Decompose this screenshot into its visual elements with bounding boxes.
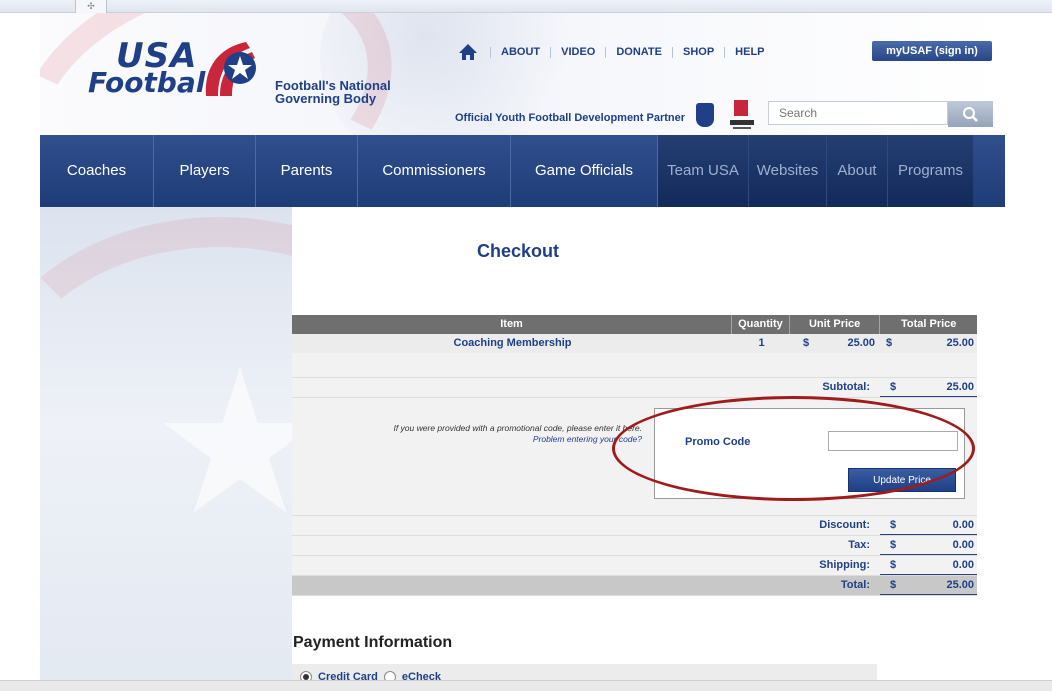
- nfl-shield-icon[interactable]: [696, 103, 714, 127]
- tax-amount: 0.00: [910, 536, 977, 555]
- home-icon[interactable]: [458, 42, 478, 62]
- site-header: USA Football Football's National Governi…: [40, 13, 1005, 135]
- tax-row: Tax: $ 0.00: [292, 536, 977, 556]
- promo-box: Promo Code Update Price: [654, 408, 965, 499]
- sidebar-swoosh: [40, 217, 292, 577]
- search-button[interactable]: [948, 101, 993, 127]
- column-quantity: Quantity: [732, 315, 790, 334]
- table-spacer: [292, 353, 977, 378]
- logo-football-text: Football: [88, 66, 215, 99]
- main-nav-commissioners[interactable]: Commissioners: [358, 135, 511, 207]
- discount-label: Discount:: [819, 519, 870, 531]
- total-row: Total: $ 25.00: [292, 576, 977, 596]
- shipping-label: Shipping:: [819, 559, 870, 571]
- page-title: Checkout: [477, 241, 560, 261]
- top-nav-help[interactable]: HELP: [724, 46, 774, 58]
- total-price-currency: $: [886, 337, 893, 349]
- payment-info-title: Payment Information: [293, 634, 453, 651]
- checkout-content: Checkout Item Quantity Unit Price Total …: [292, 207, 1005, 690]
- top-nav-video[interactable]: VIDEO: [550, 46, 605, 58]
- promo-help-link[interactable]: Problem entering your code?: [332, 434, 642, 445]
- subtotal-label: Subtotal:: [822, 381, 870, 393]
- promo-code-input[interactable]: [828, 431, 958, 451]
- search-icon: [963, 107, 978, 122]
- promo-prompt-text: If you were provided with a promotional …: [393, 423, 642, 433]
- partner-text: Official Youth Football Development Part…: [455, 112, 686, 124]
- table-row: Coaching Membership 1 $ 25.00 $ 25.00: [292, 334, 977, 353]
- top-nav-donate[interactable]: DONATE: [605, 46, 672, 58]
- main-nav-about[interactable]: About: [827, 135, 888, 207]
- shipping-amount: 0.00: [910, 556, 977, 575]
- main-nav-programs[interactable]: Programs: [888, 135, 973, 207]
- main-nav-game-officials[interactable]: Game Officials: [511, 135, 658, 207]
- total-currency: $: [880, 576, 910, 595]
- tagline-line2: Governing Body: [275, 91, 377, 106]
- total-price-value: 25.00: [946, 337, 974, 349]
- sign-in-button[interactable]: myUSAF (sign in): [872, 41, 992, 61]
- browser-bottom-bar: [0, 680, 1052, 691]
- main-nav-websites[interactable]: Websites: [749, 135, 827, 207]
- search-input[interactable]: [768, 101, 948, 125]
- subtotal-currency: $: [880, 378, 910, 397]
- total-amount: 25.00: [910, 576, 977, 595]
- shipping-currency: $: [880, 556, 910, 575]
- search-box: [768, 101, 993, 127]
- main-nav-parents[interactable]: Parents: [256, 135, 358, 207]
- item-total-price: $ 25.00: [880, 334, 977, 353]
- main-nav-players[interactable]: Players: [154, 135, 256, 207]
- update-price-button[interactable]: Update Price: [848, 468, 956, 492]
- browser-strip: ✣: [0, 0, 1052, 16]
- main-nav: Coaches Players Parents Commissioners Ga…: [40, 135, 1005, 207]
- promo-prompt: If you were provided with a promotional …: [332, 423, 642, 445]
- nfl-players-logo-icon[interactable]: [728, 100, 756, 132]
- subtotal-amount: 25.00: [910, 378, 977, 397]
- tagline: Football's National Governing Body: [275, 79, 391, 105]
- cart-table: Item Quantity Unit Price Total Price Coa…: [292, 315, 977, 596]
- tax-label: Tax:: [848, 539, 870, 551]
- top-nav: ABOUT VIDEO DONATE SHOP HELP: [458, 42, 775, 62]
- unit-price-currency: $: [803, 337, 810, 349]
- discount-row: Discount: $ 0.00: [292, 516, 977, 536]
- top-nav-shop[interactable]: SHOP: [671, 46, 724, 58]
- total-label: Total:: [840, 579, 870, 591]
- logo-emblem-icon: [205, 42, 256, 96]
- top-nav-about[interactable]: ABOUT: [490, 46, 550, 58]
- tax-currency: $: [880, 536, 910, 555]
- left-sidebar: [40, 207, 292, 690]
- page: USA Football Football's National Governi…: [40, 13, 1005, 690]
- unit-price-value: 25.00: [847, 337, 875, 349]
- discount-amount: 0.00: [910, 516, 977, 535]
- item-name: Coaching Membership: [453, 337, 572, 349]
- shipping-row: Shipping: $ 0.00: [292, 556, 977, 576]
- discount-currency: $: [880, 516, 910, 535]
- item-unit-price: $ 25.00: [790, 334, 880, 353]
- promo-section: If you were provided with a promotional …: [292, 398, 977, 516]
- item-quantity: 1: [758, 337, 765, 349]
- column-unit-price: Unit Price: [790, 315, 881, 334]
- column-total-price: Total Price: [900, 318, 957, 330]
- main-nav-team-usa[interactable]: Team USA: [658, 135, 749, 207]
- main-nav-coaches[interactable]: Coaches: [40, 135, 154, 207]
- subtotal-row: Subtotal: $ 25.00: [292, 378, 977, 398]
- cart-table-header: Item Quantity Unit Price Total Price: [292, 315, 977, 334]
- column-item: Item: [292, 315, 733, 334]
- promo-code-label: Promo Code: [685, 436, 751, 448]
